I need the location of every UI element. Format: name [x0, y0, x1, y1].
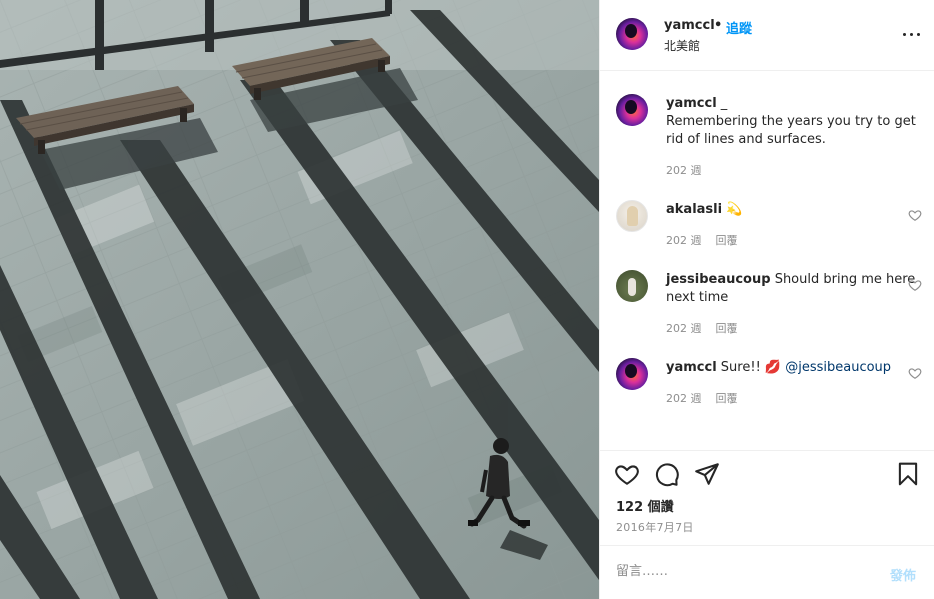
comment-text: jessibeaucoup Should bring me here next … [666, 271, 916, 307]
caption-suffix: _ [716, 96, 728, 111]
caption-time[interactable]: 202 週 [666, 164, 702, 177]
caption-username[interactable]: yamccl [666, 96, 717, 111]
post-photo[interactable] [0, 0, 599, 599]
header-username[interactable]: yamccl [664, 18, 715, 33]
like-comment-heart-icon[interactable] [908, 278, 922, 292]
like-comment-heart-icon[interactable] [908, 208, 922, 222]
post-side-panel: yamccl • 追蹤 北美館 yamccl _ Remembering the… [599, 0, 934, 599]
comment-meta: 202 週 回覆 [666, 390, 752, 406]
mention-link[interactable]: @jessibeaucoup [785, 360, 891, 375]
comment-time[interactable]: 202 週 [666, 322, 702, 335]
photo-image [0, 0, 599, 599]
follow-button[interactable]: 追蹤 [726, 18, 752, 37]
action-bar: 122 個讚 2016年7月7日 發佈 [600, 450, 934, 599]
caption-text: yamccl _ Remembering the years you try t… [666, 95, 916, 149]
comment-time[interactable]: 202 週 [666, 392, 702, 405]
instagram-post: yamccl • 追蹤 北美館 yamccl _ Remembering the… [0, 0, 934, 599]
comment-icon[interactable] [654, 461, 680, 487]
header-separator: • [714, 18, 723, 33]
comment-username[interactable]: akalasli [666, 202, 722, 217]
heart-icon[interactable] [614, 461, 640, 487]
comment-meta: 202 週 回覆 [666, 232, 752, 248]
location-link[interactable]: 北美館 [664, 37, 700, 54]
comment-meta: 202 週 回覆 [666, 320, 752, 336]
reply-button[interactable]: 回覆 [716, 392, 738, 405]
avatar[interactable] [616, 18, 648, 50]
avatar[interactable] [616, 94, 648, 126]
comment-input[interactable] [616, 564, 866, 579]
comment-username[interactable]: jessibeaucoup [666, 272, 771, 287]
comment-text: akalasli 💫 [666, 201, 916, 219]
avatar[interactable] [616, 358, 648, 390]
like-comment-heart-icon[interactable] [908, 366, 922, 380]
paper-plane-icon[interactable] [694, 461, 720, 487]
bookmark-icon[interactable] [895, 461, 921, 487]
reply-button[interactable]: 回覆 [716, 322, 738, 335]
comment-text: yamccl Sure!! 💋 @jessibeaucoup [666, 359, 916, 377]
more-horizontal-icon[interactable] [902, 26, 922, 42]
avatar[interactable] [616, 200, 648, 232]
add-comment-box: 發佈 [600, 545, 934, 599]
post-date: 2016年7月7日 [616, 521, 694, 534]
reply-button[interactable]: 回覆 [716, 234, 738, 247]
post-button[interactable]: 發佈 [890, 565, 916, 584]
post-header: yamccl • 追蹤 北美館 [600, 0, 934, 71]
caption-meta: 202 週 [666, 162, 716, 178]
comment-time[interactable]: 202 週 [666, 234, 702, 247]
comment-body: Sure!! 💋 [716, 360, 786, 375]
likes-count[interactable]: 122 個讚 [616, 496, 674, 515]
comment-body: 💫 [722, 202, 743, 217]
avatar[interactable] [616, 270, 648, 302]
caption-body: Remembering the years you try to get rid… [666, 114, 916, 147]
comment-username[interactable]: yamccl [666, 360, 717, 375]
